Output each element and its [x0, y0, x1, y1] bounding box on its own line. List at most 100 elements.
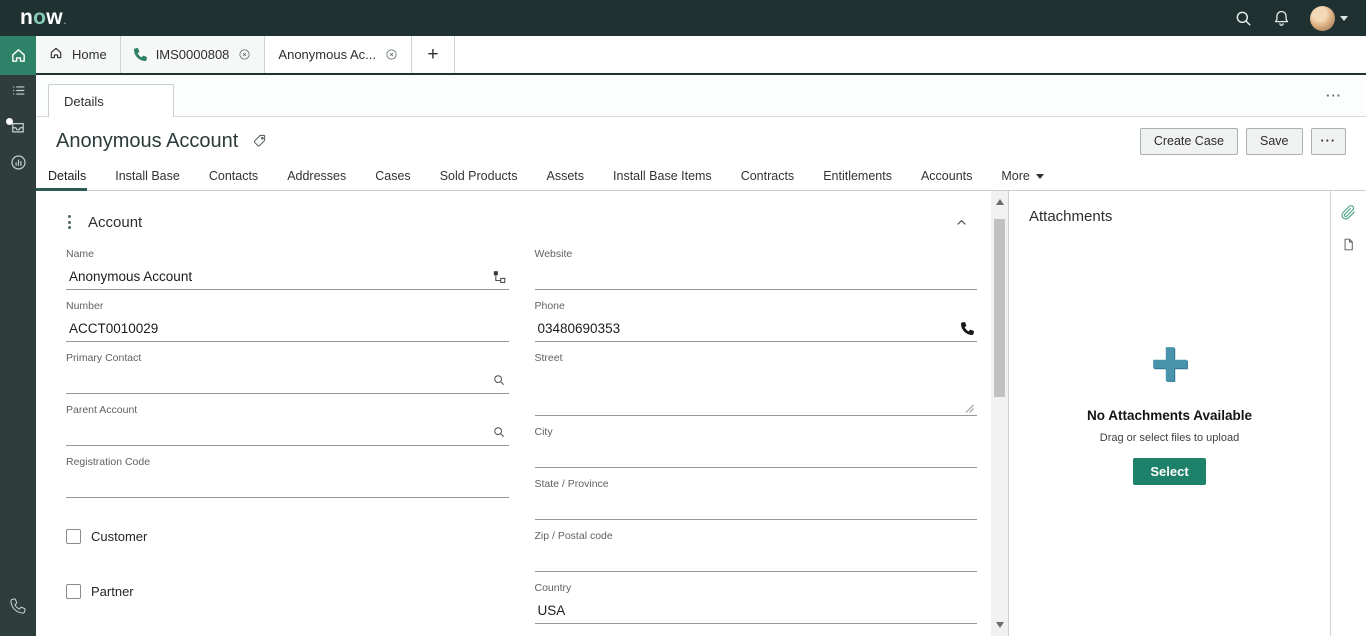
attachments-panel: Attachments No Attachments Available Dra…: [1008, 191, 1330, 636]
subtab-label: Details: [64, 94, 104, 109]
tab-cases[interactable]: Cases: [374, 169, 411, 190]
field-label: Primary Contact: [66, 352, 509, 364]
now-logo: now.: [20, 6, 66, 30]
close-tab-icon[interactable]: [385, 48, 398, 61]
tab-install-base-items[interactable]: Install Base Items: [612, 169, 713, 190]
subtab-overflow-button[interactable]: ···: [1316, 86, 1352, 105]
street-textarea[interactable]: [538, 383, 960, 413]
field-label: Name: [66, 248, 509, 260]
field-zip: Zip / Postal code: [535, 530, 978, 572]
chevron-up-icon[interactable]: [954, 215, 969, 230]
main-area: Home IMS0000808 Anonymous Ac...: [36, 36, 1366, 636]
paperclip-icon[interactable]: [1340, 204, 1357, 221]
field-city: City: [535, 426, 978, 468]
subtab-details[interactable]: Details: [48, 84, 174, 117]
parent-account-input[interactable]: [69, 425, 486, 440]
add-attachment-plus-icon[interactable]: [1147, 341, 1193, 392]
form-columns: Name Number: [66, 248, 977, 634]
left-sidebar: [0, 36, 36, 636]
attachments-title: Attachments: [1029, 208, 1310, 225]
tab-contracts[interactable]: Contracts: [740, 169, 796, 190]
resize-handle-icon[interactable]: [965, 404, 974, 413]
tab-addresses[interactable]: Addresses: [286, 169, 347, 190]
state-input[interactable]: [538, 499, 975, 514]
sidebar-item-lists[interactable]: [0, 75, 36, 111]
user-menu[interactable]: [1310, 6, 1348, 31]
bell-icon[interactable]: [1272, 9, 1291, 28]
create-case-button[interactable]: Create Case: [1140, 128, 1238, 155]
select-files-button[interactable]: Select: [1133, 458, 1205, 485]
scroll-down-arrow[interactable]: [996, 622, 1004, 628]
record-actions: Create Case Save ···: [1140, 128, 1346, 155]
hierarchy-icon[interactable]: [493, 270, 506, 283]
new-tab-button[interactable]: +: [412, 36, 455, 73]
customer-checkbox[interactable]: [66, 529, 81, 544]
account-section-header: Account: [66, 213, 977, 231]
document-icon[interactable]: [1341, 237, 1356, 252]
close-tab-icon[interactable]: [238, 48, 251, 61]
phone-icon[interactable]: [961, 322, 974, 335]
primary-contact-input[interactable]: [69, 373, 486, 388]
scrollbar-thumb[interactable]: [994, 219, 1005, 397]
registration-code-input[interactable]: [69, 477, 506, 492]
sidebar-item-analytics[interactable]: [0, 147, 36, 183]
right-icon-rail: [1330, 191, 1366, 636]
sidebar-item-phone[interactable]: [0, 590, 36, 626]
kebab-menu-icon[interactable]: [66, 213, 73, 231]
home-icon: [49, 46, 63, 63]
search-icon[interactable]: [1234, 9, 1253, 28]
zip-input[interactable]: [538, 551, 975, 566]
tab-sold-products[interactable]: Sold Products: [439, 169, 519, 190]
tab-entitlements[interactable]: Entitlements: [822, 169, 893, 190]
logo-trademark-dot: .: [64, 17, 67, 26]
number-input[interactable]: [69, 321, 506, 336]
empty-state-title: No Attachments Available: [1087, 408, 1252, 423]
phone-icon: [134, 48, 147, 61]
notification-dot: [6, 118, 13, 125]
sidebar-item-inbox[interactable]: [0, 111, 36, 147]
avatar[interactable]: [1310, 6, 1335, 31]
logo-letter: o: [33, 6, 46, 30]
field-label: Zip / Postal code: [535, 530, 978, 542]
analytics-icon: [9, 153, 28, 177]
tab-label: IMS0000808: [156, 47, 230, 62]
more-actions-button[interactable]: ···: [1311, 128, 1347, 155]
field-street: Street: [535, 352, 978, 416]
list-icon: [10, 82, 27, 104]
empty-state-subtitle: Drag or select files to upload: [1100, 432, 1239, 444]
form-scrollbar[interactable]: [991, 191, 1008, 636]
tab-contacts[interactable]: Contacts: [208, 169, 259, 190]
logo-letter: n: [20, 6, 33, 30]
tab-assets[interactable]: Assets: [546, 169, 586, 190]
record-header: Anonymous Account Create Case Save ···: [36, 117, 1366, 165]
scroll-up-arrow[interactable]: [996, 199, 1004, 205]
checkbox-label: Partner: [91, 584, 134, 599]
logo-letter: w: [46, 6, 63, 30]
plus-icon: +: [427, 44, 438, 66]
record-content: Account Name: [36, 191, 1366, 636]
tab-interaction[interactable]: IMS0000808: [121, 36, 266, 73]
tab-accounts[interactable]: Accounts: [920, 169, 973, 190]
tab-record-active[interactable]: Anonymous Ac...: [265, 36, 412, 73]
website-input[interactable]: [538, 269, 975, 284]
field-number: Number: [66, 300, 509, 342]
city-input[interactable]: [538, 447, 975, 462]
magnifier-icon[interactable]: [492, 425, 506, 439]
field-label: City: [535, 426, 978, 438]
save-button[interactable]: Save: [1246, 128, 1303, 155]
country-input[interactable]: [538, 603, 975, 618]
tag-icon[interactable]: [252, 133, 268, 149]
partner-checkbox[interactable]: [66, 584, 81, 599]
tab-more[interactable]: More: [1000, 169, 1044, 190]
tab-more-label: More: [1001, 169, 1029, 183]
magnifier-icon[interactable]: [492, 373, 506, 387]
tab-home[interactable]: Home: [36, 36, 121, 73]
sidebar-item-home[interactable]: [0, 36, 36, 75]
name-input[interactable]: [69, 269, 487, 284]
tab-install-base[interactable]: Install Base: [114, 169, 181, 190]
field-label: Parent Account: [66, 404, 509, 416]
tab-details[interactable]: Details: [47, 169, 87, 190]
checkbox-label: Customer: [91, 529, 147, 544]
phone-input[interactable]: [538, 321, 956, 336]
field-state: State / Province: [535, 478, 978, 520]
